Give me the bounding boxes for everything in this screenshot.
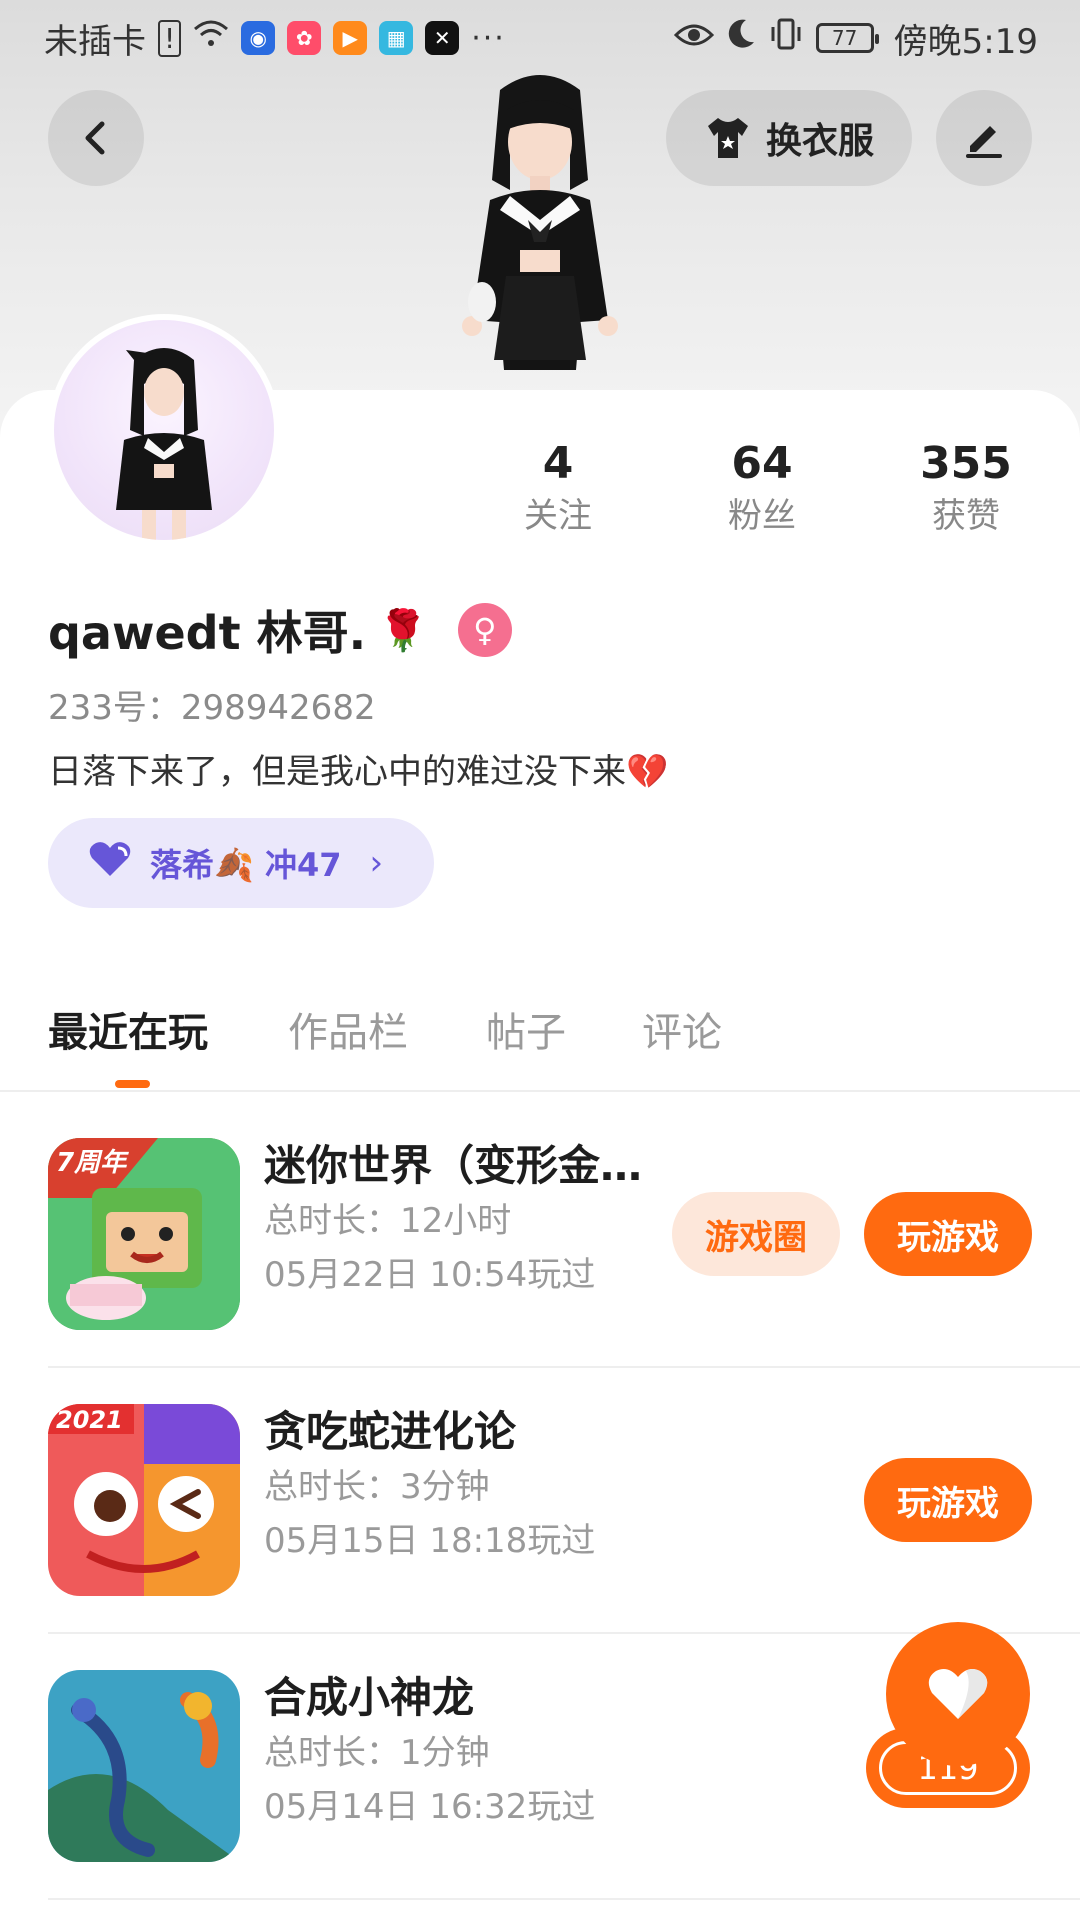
game-badge-anniversary: 7周年 — [56, 1148, 127, 1178]
character-3d-figure[interactable] — [420, 70, 660, 390]
game-title: 贪吃蛇进化论 — [264, 1407, 517, 1456]
game-icon-mini-world[interactable]: 7周年 — [48, 1138, 240, 1330]
tabs-divider — [0, 1090, 1080, 1092]
tab-recently-played[interactable]: 最近在玩 — [48, 1000, 208, 1058]
chevron-right-icon: › — [369, 843, 384, 883]
dress-up-button[interactable]: 换衣服 — [666, 90, 912, 186]
stat-value: 4 — [542, 438, 574, 489]
dress-up-label: 换衣服 — [765, 121, 874, 162]
stat-label: 获赞 — [932, 496, 1000, 536]
tab-works[interactable]: 作品栏 — [288, 1000, 408, 1058]
stat-followers[interactable]: 64 粉丝 — [682, 438, 842, 540]
username-row: qawedt 林哥. 🌹 ♀ — [48, 598, 512, 662]
stat-likes[interactable]: 355 获赞 — [886, 438, 1046, 540]
stat-following[interactable]: 4 关注 — [478, 438, 638, 540]
clock-text: 傍晚5:19 — [893, 21, 1038, 62]
stat-value: 64 — [731, 438, 793, 489]
heart-icon — [928, 1669, 988, 1719]
play-game-button[interactable]: 玩游戏 — [864, 1458, 1032, 1542]
notification-app-icon: ◉ — [241, 21, 276, 55]
bio-text: 日落下来了，但是我心中的难过没下来 — [48, 752, 626, 792]
game-icon-little-dragon[interactable] — [48, 1670, 240, 1862]
tab-bar: 最近在玩 作品栏 帖子 评论 — [0, 990, 1080, 1090]
list-divider — [48, 1898, 1080, 1900]
status-bar: 未插卡 ! ◉ ✿ ▶ ▦ ✕ ··· 77 傍晚5:19 — [0, 0, 1080, 76]
rose-emoji: 🌹 — [378, 607, 428, 654]
more-notifications-icon: ··· — [471, 20, 506, 56]
tshirt-icon — [707, 118, 748, 158]
game-last-played: 05月15日 18:18玩过 — [264, 1521, 596, 1561]
tab-posts[interactable]: 帖子 — [486, 1000, 566, 1058]
game-title: 迷你世界（变形金… — [264, 1141, 643, 1190]
username: qawedt 林哥. — [48, 606, 367, 660]
game-list-item[interactable]: 2021 贪吃蛇进化论 总时长：3分钟 05月15日 18:18玩过 玩游戏 — [48, 1404, 1032, 1600]
vibrate-icon — [768, 18, 804, 59]
notification-app-icon: ✿ — [287, 21, 322, 55]
game-list-item[interactable]: 7周年 迷你世界（变形金… 总时长：12小时 05月22日 10:54玩过 游戏… — [48, 1138, 1032, 1334]
play-game-button[interactable]: 玩游戏 — [864, 1192, 1032, 1276]
game-duration: 总时长：1分钟 — [264, 1733, 490, 1773]
active-tab-indicator — [115, 1080, 150, 1088]
game-badge-year: 2021 — [56, 1406, 123, 1434]
sim-alert-icon: ! — [158, 19, 182, 57]
list-divider — [48, 1366, 1080, 1368]
stats-row: 4 关注 64 粉丝 355 获赞 — [0, 438, 1080, 548]
notification-app-icon: ▶ — [333, 21, 368, 55]
bio: 日落下来了，但是我心中的难过没下来💔 — [48, 744, 668, 793]
game-info: 合成小神龙 总时长：1分钟 05月14日 16:32玩过 — [264, 1670, 595, 1834]
game-icon-snake-evolution[interactable]: 2021 — [48, 1404, 240, 1596]
pencil-icon — [966, 126, 1002, 158]
carrier-text: 未插卡 — [44, 21, 146, 62]
tab-comments[interactable]: 评论 — [642, 1000, 722, 1058]
female-gender-icon: ♀ — [457, 603, 512, 657]
stat-label: 关注 — [524, 496, 592, 536]
stat-value: 355 — [920, 438, 1012, 489]
game-title: 合成小神龙 — [264, 1673, 475, 1722]
game-last-played: 05月14日 16:32玩过 — [264, 1787, 596, 1827]
stat-label: 粉丝 — [728, 496, 796, 536]
game-duration: 总时长：12小时 — [264, 1201, 512, 1241]
status-right: 77 傍晚5:19 — [673, 14, 1038, 63]
back-arrow-icon — [85, 121, 105, 155]
purple-heart-icon — [88, 840, 132, 887]
notification-app-icon: ✕ — [425, 21, 460, 55]
moon-icon — [726, 18, 756, 59]
game-duration: 总时长：3分钟 — [264, 1467, 490, 1507]
back-button[interactable] — [48, 90, 144, 186]
eye-icon — [673, 18, 714, 58]
wifi-icon — [193, 18, 229, 58]
status-left: 未插卡 ! ◉ ✿ ▶ ▦ ✕ ··· — [44, 14, 506, 63]
game-info: 贪吃蛇进化论 总时长：3分钟 05月15日 18:18玩过 — [264, 1404, 595, 1568]
like-button[interactable] — [886, 1622, 1030, 1766]
edit-profile-button[interactable] — [936, 90, 1032, 186]
game-circle-button[interactable]: 游戏圈 — [672, 1192, 840, 1276]
guild-tag-label: 落希🍂 冲47 — [150, 846, 342, 884]
notification-app-icon: ▦ — [379, 21, 414, 55]
battery-icon: 77 — [815, 23, 879, 53]
guild-tag-button[interactable]: 落希🍂 冲47 › — [48, 818, 434, 908]
game-info: 迷你世界（变形金… 总时长：12小时 05月22日 10:54玩过 — [264, 1138, 642, 1302]
game-last-played: 05月22日 10:54玩过 — [264, 1255, 596, 1295]
broken-heart-emoji: 💔 — [626, 752, 669, 792]
user-id[interactable]: 233号：298942682 — [48, 680, 376, 729]
